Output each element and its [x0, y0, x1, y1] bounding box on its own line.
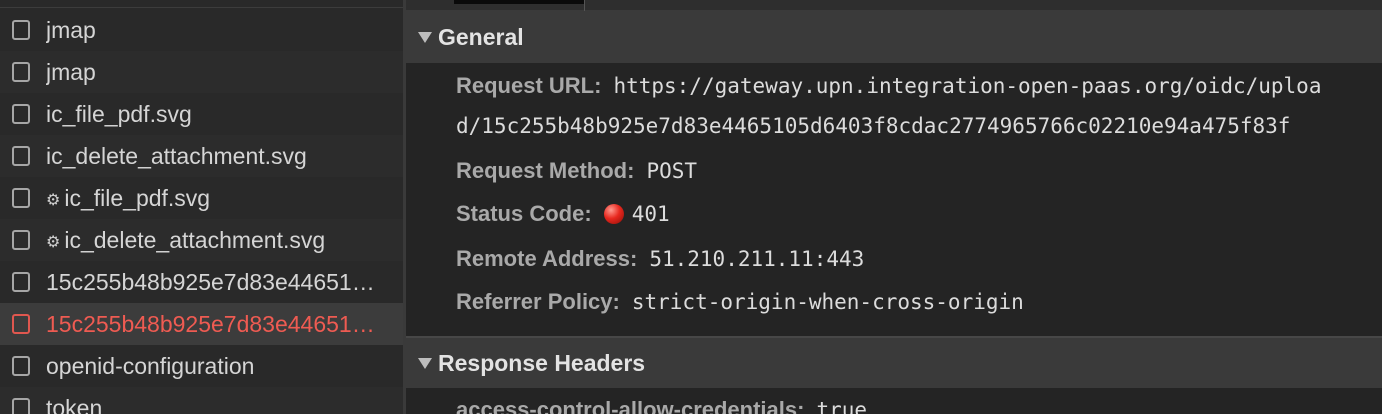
request-checkbox[interactable]	[12, 146, 30, 166]
request-name: token	[46, 395, 396, 414]
request-row[interactable]: 15c255b48b925e7d83e44651…	[0, 303, 403, 345]
response-headers-section-header[interactable]: Response Headers	[406, 336, 1382, 388]
request-name-text: ic_file_pdf.svg	[64, 184, 211, 211]
remote-address-label: Remote Address:	[456, 246, 638, 271]
request-checkbox[interactable]	[12, 314, 30, 334]
request-name-text: jmap	[46, 16, 96, 43]
request-row[interactable]: openid-configuration	[0, 345, 403, 387]
details-tabstrip	[406, 0, 1382, 11]
request-name: 15c255b48b925e7d83e44651…	[46, 269, 396, 296]
response-header-row: access-control-allow-credentials: true	[456, 394, 867, 414]
request-name-text: token	[46, 394, 103, 414]
response-header-value[interactable]: true	[816, 398, 867, 414]
request-name: ⚙ ic_delete_attachment.svg	[46, 227, 396, 254]
request-name-text: jmap	[46, 58, 96, 85]
request-name: jmap	[46, 59, 396, 86]
referrer-policy-row: Referrer Policy: strict-origin-when-cros…	[456, 286, 1024, 318]
request-name: openid-configuration	[46, 353, 396, 380]
request-url-label: Request URL:	[456, 73, 602, 98]
request-row[interactable]: ⚙ ic_file_pdf.svg	[0, 177, 403, 219]
request-name-text: 15c255b48b925e7d83e44651…	[46, 310, 375, 337]
request-row[interactable]: ic_file_pdf.svg	[0, 93, 403, 135]
remote-address-row: Remote Address: 51.210.211.11:443	[456, 243, 864, 275]
request-name: ⚙ ic_file_pdf.svg	[46, 185, 396, 212]
request-checkbox[interactable]	[12, 230, 30, 250]
request-checkbox[interactable]	[12, 20, 30, 40]
request-name: 15c255b48b925e7d83e44651…	[46, 311, 396, 338]
response-headers-section-title: Response Headers	[438, 349, 646, 376]
request-name: jmap	[46, 17, 396, 44]
request-list: jmap jmap ic_file_pdf.svg ic_delete_attachm…	[0, 0, 403, 414]
request-name: ic_delete_attachment.svg	[46, 143, 396, 170]
request-row[interactable]: jmap	[0, 51, 403, 93]
expand-triangle-icon	[418, 357, 432, 369]
request-details-pane: General Request URL: https://gateway.upn…	[406, 0, 1382, 414]
status-code-row: Status Code: 401	[456, 198, 670, 230]
request-checkbox[interactable]	[12, 188, 30, 208]
request-method-label: Request Method:	[456, 158, 635, 183]
general-section-title: General	[438, 23, 524, 50]
request-url-row: Request URL: https://gateway.upn.integra…	[456, 70, 1321, 102]
request-row[interactable]: ic_delete_attachment.svg	[0, 135, 403, 177]
request-name-text: ic_delete_attachment.svg	[64, 226, 326, 253]
request-row[interactable]: 15c255b48b925e7d83e44651…	[0, 261, 403, 303]
request-name-text: openid-configuration	[46, 352, 255, 379]
request-checkbox[interactable]	[12, 356, 30, 376]
request-checkbox[interactable]	[12, 272, 30, 292]
general-section-header[interactable]: General	[406, 11, 1382, 63]
gear-icon: ⚙	[46, 233, 61, 251]
remote-address-value[interactable]: 51.210.211.11:443	[649, 247, 864, 271]
response-header-name: access-control-allow-credentials:	[456, 397, 805, 414]
request-url-value-line1[interactable]: https://gateway.upn.integration-open-paa…	[613, 74, 1321, 98]
status-code-value[interactable]: 401	[632, 202, 670, 226]
request-checkbox[interactable]	[12, 104, 30, 124]
request-name: ic_file_pdf.svg	[46, 101, 396, 128]
status-error-dot-icon	[603, 204, 624, 224]
gear-icon: ⚙	[46, 191, 61, 209]
request-method-value[interactable]: POST	[646, 159, 697, 183]
request-url-value-line2[interactable]: d/15c255b48b925e7d83e4465105d6403f8cdac2…	[456, 114, 1290, 142]
referrer-policy-value[interactable]: strict-origin-when-cross-origin	[632, 290, 1024, 314]
expand-triangle-icon	[418, 31, 432, 43]
request-name-text: ic_file_pdf.svg	[46, 100, 192, 127]
request-name-text: 15c255b48b925e7d83e44651…	[46, 268, 375, 295]
request-row[interactable]: ⚙ ic_delete_attachment.svg	[0, 219, 403, 261]
request-method-row: Request Method: POST	[456, 155, 697, 187]
referrer-policy-label: Referrer Policy:	[456, 289, 620, 314]
list-top-divider	[0, 0, 403, 8]
active-tab-indicator[interactable]	[454, 0, 584, 4]
request-checkbox[interactable]	[12, 62, 30, 82]
request-row[interactable]: jmap	[0, 9, 403, 51]
request-row[interactable]: token	[0, 387, 403, 414]
status-code-label: Status Code:	[456, 201, 592, 226]
tab-separator	[584, 0, 585, 11]
request-name-text: ic_delete_attachment.svg	[46, 142, 307, 169]
request-checkbox[interactable]	[12, 398, 30, 414]
